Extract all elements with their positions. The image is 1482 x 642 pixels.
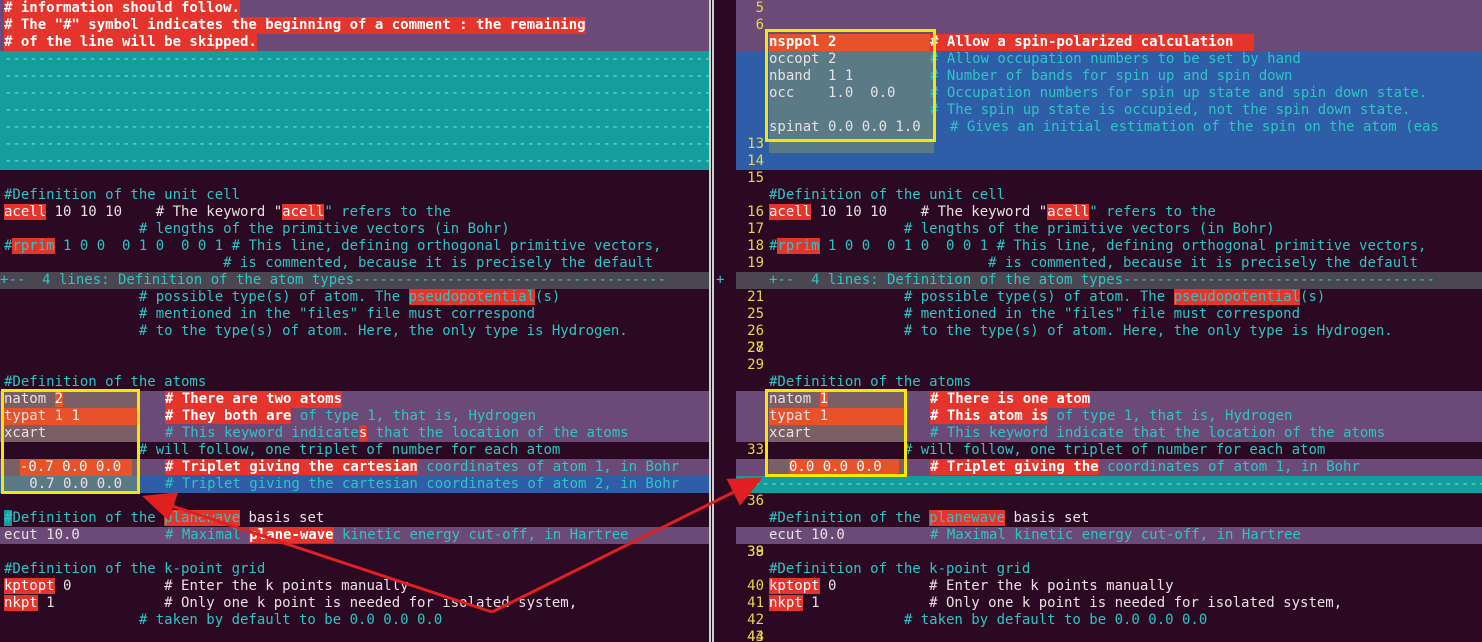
arrow-to-right-box [491,477,763,614]
arrow-to-left-box [142,492,493,614]
annotation-arrows [142,477,763,614]
